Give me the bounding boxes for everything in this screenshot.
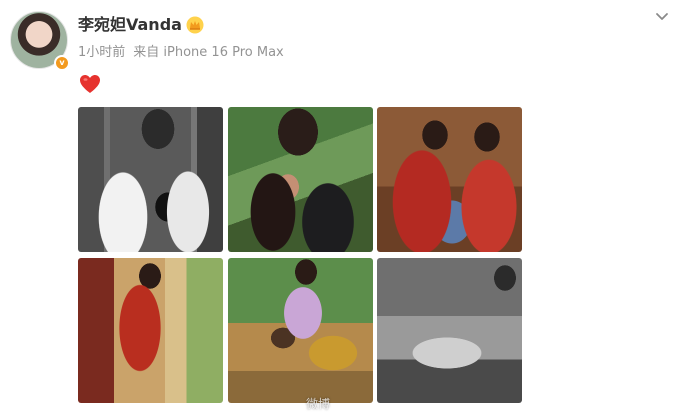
watermark: 微博: [306, 397, 331, 411]
verified-badge-icon: v: [54, 55, 70, 71]
weibo-post: v 李宛妲Vanda 1小时前 来自 iPhone 16 Pro Max 微博: [0, 0, 690, 416]
post-source: 来自 iPhone 16 Pro Max: [133, 45, 284, 60]
photo-4[interactable]: [78, 258, 223, 403]
post-meta: 1小时前 来自 iPhone 16 Pro Max: [78, 44, 284, 62]
post-time[interactable]: 1小时前: [78, 44, 125, 62]
author-row: 李宛妲Vanda: [78, 14, 204, 36]
crown-icon: [186, 16, 204, 34]
photo-6[interactable]: [377, 258, 522, 403]
photo-2[interactable]: [228, 107, 373, 252]
chevron-down-icon[interactable]: [652, 6, 672, 26]
photo-1[interactable]: [78, 107, 223, 252]
photo-grid: [78, 107, 523, 403]
username[interactable]: 李宛妲Vanda: [78, 14, 182, 36]
avatar[interactable]: v: [10, 11, 70, 71]
photo-3[interactable]: [377, 107, 522, 252]
heart-emoji-icon: [80, 75, 100, 93]
photo-5[interactable]: [228, 258, 373, 403]
